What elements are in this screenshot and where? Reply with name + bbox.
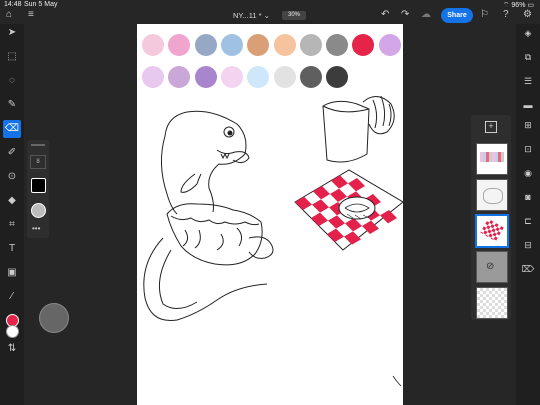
zoom-level[interactable]: 30% xyxy=(282,11,306,20)
drawing xyxy=(143,95,403,387)
select-tool-icon[interactable]: ➤ xyxy=(3,24,21,42)
layer-thumbnail-sketch[interactable] xyxy=(476,179,508,211)
right-toolbar: ◈ ⧉ ☰ ▬ ⊞ ⊡ ◉ ◙ ⊏ ⊟ ⌦ xyxy=(516,24,540,405)
layer-thumbnail-background[interactable] xyxy=(476,287,508,319)
add-layer-side-icon[interactable]: ⊞ xyxy=(519,116,537,134)
checkered-blanket xyxy=(294,169,403,251)
redo-icon[interactable]: ↷ xyxy=(401,10,409,20)
layers-icon[interactable]: ◈ xyxy=(519,24,537,42)
lasso-tool-icon[interactable]: ◌ xyxy=(3,72,21,90)
brush-color-swatch[interactable] xyxy=(31,178,46,193)
eyedropper-icon[interactable]: ⁄ xyxy=(3,288,21,306)
eraser-tool-icon[interactable]: ⌫ xyxy=(3,120,21,138)
crop-tool-icon[interactable]: ⌗ xyxy=(3,216,21,234)
menu-icon[interactable]: ≡ xyxy=(28,10,34,20)
stray-stroke xyxy=(392,375,402,387)
document-title-text: NY...11 * xyxy=(233,11,262,20)
panel-grip[interactable] xyxy=(31,144,45,146)
left-toolbar: ➤ ⬚ ◌ ✎ ⌫ ✐ ⊙ ◆ ⌗ T ▣ ⁄ ⇅ xyxy=(0,24,24,405)
brush-options-panel: 8 ••• xyxy=(27,140,49,238)
transform-tool-icon[interactable]: ⬚ xyxy=(3,48,21,66)
status-time: 14:48 xyxy=(4,1,22,8)
cloud-icon: ☁ xyxy=(421,9,431,20)
type-tool-icon[interactable]: T xyxy=(3,240,21,258)
comments-icon[interactable]: ▬ xyxy=(519,96,537,114)
swap-colors-icon[interactable]: ⇅ xyxy=(3,340,21,358)
smudge-tool-icon[interactable]: ✐ xyxy=(3,144,21,162)
add-layer-icon[interactable]: + xyxy=(485,121,497,133)
status-date: Sun 5 May xyxy=(24,1,58,8)
image-tool-icon[interactable]: ▣ xyxy=(3,264,21,282)
dinosaur-drawing xyxy=(143,110,274,322)
clone-tool-icon[interactable]: ⊙ xyxy=(3,168,21,186)
brush-size-field[interactable]: 8 xyxy=(30,155,46,169)
layer-thumbnail-palette[interactable] xyxy=(476,143,508,175)
merge-icon[interactable]: ⊟ xyxy=(519,236,537,254)
canvas[interactable] xyxy=(137,24,403,405)
adjustments-icon[interactable]: ☰ xyxy=(519,72,537,90)
layer-properties-icon[interactable]: ⧉ xyxy=(519,48,537,66)
hidden-eye-icon: ⊘ xyxy=(486,261,495,272)
settings-gear-icon[interactable]: ⚙ xyxy=(523,10,532,20)
mask-icon[interactable]: ◙ xyxy=(519,188,537,206)
document-title[interactable]: NY...11 * ⌄ xyxy=(233,11,270,20)
chevron-down-icon: ⌄ xyxy=(263,11,270,20)
layer-thumbnail-blanket[interactable] xyxy=(475,214,509,248)
visibility-eye-icon[interactable]: ◉ xyxy=(519,164,537,182)
background-color-swatch[interactable] xyxy=(6,325,19,338)
home-icon[interactable]: ⌂ xyxy=(6,10,12,20)
touch-modifier-button[interactable] xyxy=(39,303,69,333)
group-icon[interactable]: ⊡ xyxy=(519,140,537,158)
more-options-icon[interactable]: ••• xyxy=(32,224,40,233)
brush-tool-icon[interactable]: ✎ xyxy=(3,96,21,114)
undo-icon[interactable]: ↶ xyxy=(381,10,389,20)
top-bar: ⌂ ≡ NY...11 * ⌄ 30% ↶ ↷ ☁ Share ⚐ ? ⚙ xyxy=(0,8,540,24)
layer-thumbnail-hidden[interactable]: ⊘ xyxy=(476,251,508,283)
share-button[interactable]: Share xyxy=(441,8,473,23)
fill-tool-icon[interactable]: ◆ xyxy=(3,192,21,210)
brush-opacity-circle[interactable] xyxy=(31,203,46,218)
delete-layer-icon[interactable]: ⌦ xyxy=(519,260,537,278)
help-icon[interactable]: ? xyxy=(503,10,509,20)
layers-panel: + ⊘ xyxy=(471,115,511,320)
mug-drawing xyxy=(322,95,395,163)
learn-icon[interactable]: ⚐ xyxy=(480,10,489,20)
clipping-icon[interactable]: ⊏ xyxy=(519,212,537,230)
